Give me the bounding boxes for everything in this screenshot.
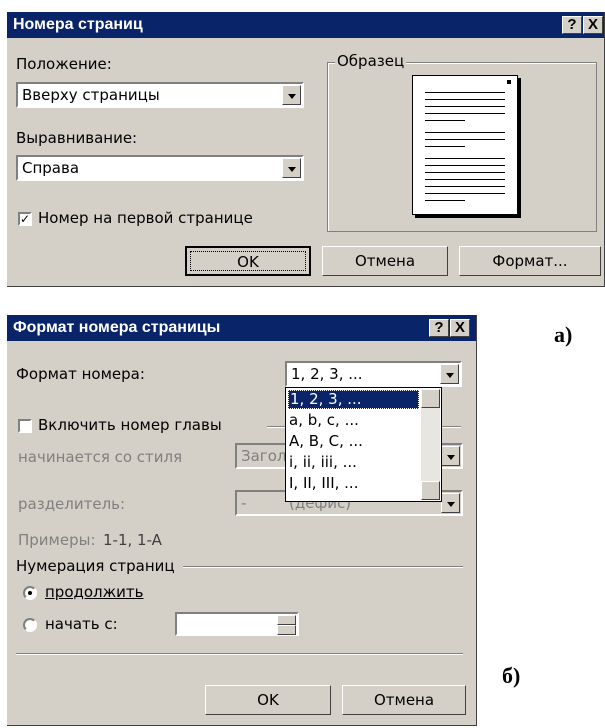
list-item[interactable]: I, II, III, ... [288,474,420,493]
bottom-separator [16,653,463,655]
alignment-value: Справа [22,159,80,177]
help-button[interactable]: ? [562,16,582,34]
dialog-title-bar: Формат номера страницы [7,315,476,341]
examples-value: 1-1, 1-A [103,531,162,549]
chevron-down-icon[interactable] [282,85,301,105]
ok-button[interactable]: OK [185,246,311,276]
page-numbers-dialog: Номера страниц ? X Положение: Вверху стр… [7,12,605,287]
chevron-down-icon[interactable] [440,364,459,384]
position-value: Вверху страницы [22,86,160,104]
alignment-select[interactable]: Справа [16,155,304,181]
chapter-style-label: начинается со стиля [18,448,183,466]
examples-label: Примеры: [18,531,96,549]
dialog-title: Номера страниц [13,16,143,33]
page-number-mark [507,80,511,84]
figure-label-b: б) [502,663,521,688]
alignment-label: Выравнивание: [16,129,138,147]
preview-page [412,75,518,215]
cancel-button[interactable]: Отмена [322,246,448,276]
close-button[interactable]: X [583,16,603,34]
start-at-label: начать с: [45,615,118,633]
dialog-title: Формат номера страницы [13,319,221,336]
list-item[interactable]: 1, 2, 3, ... [288,390,419,409]
cancel-button[interactable]: Отмена [342,685,466,715]
chevron-down-icon[interactable] [441,446,460,466]
continue-label: продолжить [45,583,144,601]
help-button[interactable]: ? [429,319,449,337]
ok-button[interactable]: OK [205,685,331,715]
page-number-format-dialog: Формат номера страницы ? X Формат номера… [7,315,477,726]
cancel-label: Отмена [373,691,435,709]
spinner-up-button[interactable] [277,615,296,625]
numbering-group-line [183,566,463,568]
preview-label: Образец [335,52,407,70]
separator-value: - [241,494,247,512]
number-format-select[interactable]: 1, 2, 3, ... [285,361,462,387]
cancel-label: Отмена [354,252,416,270]
include-chapter-checkbox[interactable] [18,419,32,433]
start-at-input[interactable] [175,612,299,636]
number-format-value: 1, 2, 3, ... [291,365,363,383]
start-at-radio[interactable] [23,618,37,632]
close-button[interactable]: X [450,319,470,337]
number-format-label: Формат номера: [16,365,145,383]
scroll-up-icon[interactable] [421,389,440,408]
separator-label: разделитель: [18,495,126,513]
numbering-group-label: Нумерация страниц [16,557,175,575]
ok-label: OK [257,691,279,709]
dropdown-scrollbar[interactable] [421,389,440,500]
include-chapter-label: Включить номер главы [38,416,222,434]
format-label: Формат... [492,252,568,270]
chevron-down-icon[interactable] [282,158,301,178]
list-item[interactable]: a, b, c, ... [288,411,420,430]
spinner-down-button[interactable] [277,625,296,635]
dialog-title-bar: Номера страниц [7,12,604,38]
first-page-label: Номер на первой странице [38,209,253,227]
chevron-down-icon[interactable] [441,493,460,513]
list-item[interactable]: i, ii, iii, ... [288,453,420,472]
position-label: Положение: [16,55,112,73]
position-select[interactable]: Вверху страницы [16,82,304,108]
format-button[interactable]: Формат... [459,246,601,276]
continue-radio[interactable] [23,586,37,600]
list-item[interactable]: A, B, C, ... [288,432,420,451]
figure-label-a: а) [554,322,573,347]
scroll-down-icon[interactable] [421,481,440,500]
first-page-checkbox[interactable]: ✓ [18,212,32,226]
number-format-dropdown-list[interactable]: 1, 2, 3, ... a, b, c, ... A, B, C, ... i… [285,387,442,502]
